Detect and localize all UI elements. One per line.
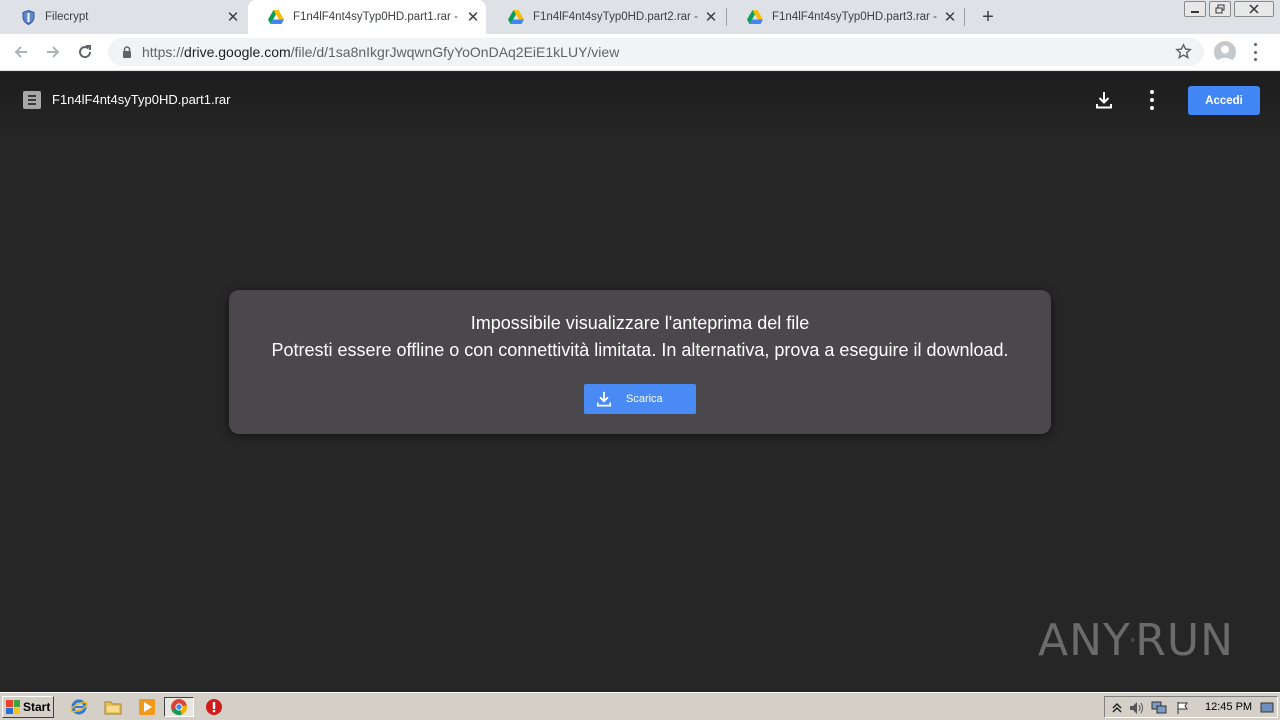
tab-filecrypt[interactable]: Filecrypt ✕ xyxy=(0,0,246,34)
file-name: F1n4lF4nt4syTyp0HD.part1.rar xyxy=(52,92,231,107)
watermark-right: RUN xyxy=(1135,614,1234,666)
close-icon[interactable]: ✕ xyxy=(224,8,242,26)
reload-icon xyxy=(79,45,92,59)
back-button[interactable] xyxy=(8,39,34,65)
url-text: https://drive.google.com/file/d/1sa8nIkg… xyxy=(142,44,619,60)
browser-menu-icon[interactable] xyxy=(1250,43,1260,61)
media-player-icon[interactable] xyxy=(136,697,158,717)
preview-error-dialog: Impossibile visualizzare l'anteprima del… xyxy=(229,290,1051,434)
sign-in-button[interactable]: Accedi xyxy=(1188,86,1260,115)
more-options-icon[interactable] xyxy=(1148,90,1156,110)
watermark-left: ANY xyxy=(1038,614,1131,666)
shield-icon xyxy=(20,9,36,25)
file-explorer-icon[interactable] xyxy=(102,697,124,717)
reload-button[interactable] xyxy=(72,39,98,65)
close-window-button[interactable] xyxy=(1234,1,1274,17)
download-button[interactable] xyxy=(1092,88,1116,112)
stop-app-icon[interactable] xyxy=(203,697,225,717)
url-path: /file/d/1sa8nIkgrJwqwnGfyYoOnDAq2EiE1kLU… xyxy=(290,44,620,60)
address-bar[interactable]: https://drive.google.com/file/d/1sa8nIkg… xyxy=(108,38,1204,66)
action-center-flag-icon[interactable] xyxy=(1175,700,1191,716)
volume-icon[interactable] xyxy=(1129,700,1145,716)
show-hidden-icons-icon[interactable] xyxy=(1109,700,1125,716)
profile-avatar-icon[interactable] xyxy=(1214,41,1236,63)
chrome-taskbar-button[interactable] xyxy=(164,697,194,717)
system-tray: 12:45 PM xyxy=(1104,696,1278,718)
file-icon xyxy=(23,91,41,109)
close-icon[interactable]: ✕ xyxy=(941,8,959,26)
close-icon[interactable]: ✕ xyxy=(702,8,720,26)
browser-toolbar: https://drive.google.com/file/d/1sa8nIkg… xyxy=(0,34,1280,71)
download-icon xyxy=(1096,92,1112,109)
anyrun-watermark: ANY RUN xyxy=(1038,608,1234,672)
bookmark-star-icon[interactable] xyxy=(1175,43,1192,65)
google-drive-icon xyxy=(747,9,763,25)
clock[interactable]: 12:45 PM xyxy=(1205,701,1252,713)
restore-window-button[interactable] xyxy=(1209,1,1231,17)
tab-part2[interactable]: F1n4lF4nt4syTyp0HD.part2.rar - Go ✕ xyxy=(488,0,724,34)
arrow-left-icon xyxy=(14,46,27,58)
dialog-message: Potresti essere offline o con connettivi… xyxy=(271,340,1009,360)
start-button[interactable]: Start xyxy=(2,696,54,718)
download-file-button[interactable]: Scarica xyxy=(584,384,696,414)
tab-part1[interactable]: F1n4lF4nt4syTyp0HD.part1.rar - Go ✕ xyxy=(248,0,486,34)
google-drive-icon xyxy=(268,9,284,25)
google-drive-icon xyxy=(508,9,524,25)
tab-title: Filecrypt xyxy=(45,11,89,23)
windows-logo-icon xyxy=(6,700,20,714)
forward-button[interactable] xyxy=(40,39,66,65)
drive-viewer: F1n4lF4nt4syTyp0HD.part1.rar Accedi Impo… xyxy=(0,72,1280,692)
url-scheme: https:// xyxy=(142,44,185,60)
new-tab-button[interactable]: + xyxy=(976,5,1000,29)
download-icon xyxy=(594,389,614,409)
viewer-header: F1n4lF4nt4syTyp0HD.part1.rar Accedi xyxy=(0,72,1280,136)
tab-title: F1n4lF4nt4syTyp0HD.part3.rar - Go xyxy=(772,11,937,23)
minimize-window-button[interactable] xyxy=(1184,1,1206,17)
tab-strip: Filecrypt ✕ F1n4lF4nt4syTyp0HD.part1.rar… xyxy=(0,0,1280,34)
tab-part3[interactable]: F1n4lF4nt4syTyp0HD.part3.rar - Go ✕ xyxy=(727,0,963,34)
network-icon[interactable] xyxy=(1151,700,1167,716)
close-icon[interactable]: ✕ xyxy=(464,8,482,26)
tab-title: F1n4lF4nt4syTyp0HD.part1.rar - Go xyxy=(293,11,460,23)
lock-icon xyxy=(120,45,134,59)
start-label: Start xyxy=(23,700,51,714)
download-button-label: Scarica xyxy=(626,393,663,405)
url-host: drive.google.com xyxy=(184,44,291,60)
chrome-icon xyxy=(171,699,188,715)
windows-taskbar: Start 12:45 PM xyxy=(0,692,1280,720)
dialog-title: Impossibile visualizzare l'anteprima del… xyxy=(470,313,810,333)
arrow-right-icon xyxy=(47,46,60,58)
tab-title: F1n4lF4nt4syTyp0HD.part2.rar - Go xyxy=(533,11,698,23)
internet-explorer-icon[interactable] xyxy=(68,697,90,717)
show-desktop-icon[interactable] xyxy=(1259,700,1275,716)
tab-separator xyxy=(964,8,965,26)
